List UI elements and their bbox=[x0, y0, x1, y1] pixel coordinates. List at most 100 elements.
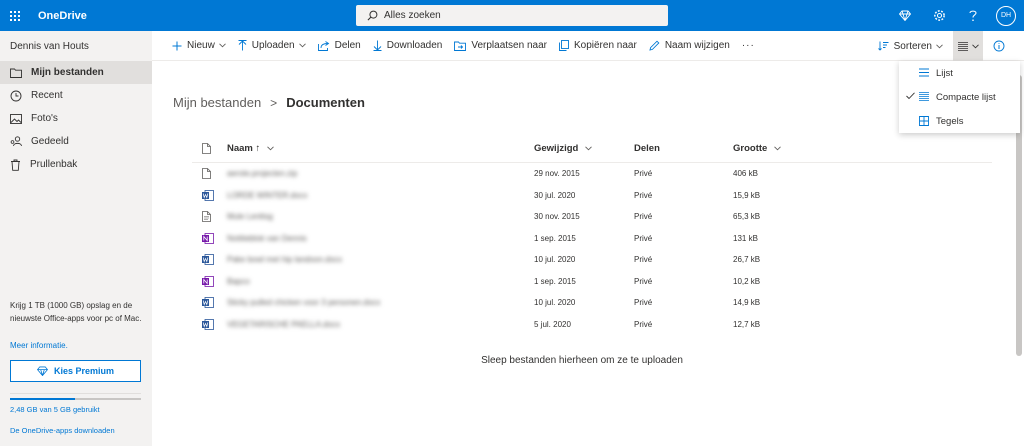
copy-to-button[interactable]: Kopiëren naar bbox=[553, 31, 643, 61]
menu-item-list-view[interactable]: Lijst bbox=[899, 61, 1020, 85]
chevron-down-icon bbox=[971, 43, 979, 48]
menu-item-tiles-view[interactable]: Tegels bbox=[899, 109, 1020, 133]
sidebar-item-photos[interactable]: Foto's bbox=[0, 107, 152, 130]
file-name[interactable]: Bapco bbox=[227, 277, 534, 286]
modified-date: 1 sep. 2015 bbox=[534, 276, 576, 286]
file-type-cell bbox=[192, 232, 227, 244]
storage-usage-link[interactable]: 2,48 GB van 5 GB gebruikt bbox=[10, 405, 100, 414]
column-header-modified[interactable]: Gewijzigd bbox=[534, 143, 634, 154]
table-row[interactable]: Sticky pulled chicken voor 3 personen.do… bbox=[192, 292, 992, 314]
new-button[interactable]: Nieuw bbox=[166, 31, 232, 61]
more-actions-button[interactable]: ··· bbox=[736, 31, 761, 61]
folder-icon bbox=[10, 68, 22, 78]
column-header-label: Grootte bbox=[733, 143, 768, 154]
table-row[interactable]: Pake bowl met hip landoon.docx 10 jul. 20… bbox=[192, 249, 992, 271]
file-name[interactable]: Sticky pulled chicken voor 3 personen.do… bbox=[227, 298, 534, 307]
column-header-sharing[interactable]: Delen bbox=[634, 143, 733, 154]
new-button-label: Nieuw bbox=[187, 40, 215, 51]
column-header-name[interactable]: Naam ↑ bbox=[227, 143, 534, 154]
chevron-down-icon bbox=[774, 146, 781, 151]
menu-item-label: Compacte lijst bbox=[936, 91, 996, 103]
file-type-cell bbox=[192, 211, 227, 223]
word-doc-icon bbox=[202, 318, 214, 330]
user-name: Dennis van Houts bbox=[10, 41, 89, 52]
compact-list-icon bbox=[957, 41, 968, 51]
more-info-link[interactable]: Meer informatie. bbox=[10, 341, 68, 350]
table-row[interactable]: aerote.projecten.zip 29 nov. 2015 Privé 406… bbox=[192, 163, 992, 185]
rename-button[interactable]: Naam wijzigen bbox=[643, 31, 736, 61]
main-content: Mijn bestanden > Documenten Naam ↑ Gewij… bbox=[152, 62, 1007, 446]
sort-icon bbox=[877, 41, 889, 51]
file-type-cell bbox=[192, 254, 227, 266]
view-options-button[interactable] bbox=[953, 31, 983, 61]
file-size: 131 kB bbox=[733, 233, 758, 243]
search-input[interactable]: Alles zoeken bbox=[356, 5, 668, 26]
compact-list-icon bbox=[919, 92, 929, 101]
table-header: Naam ↑ Gewijzigd Delen Grootte bbox=[192, 135, 992, 163]
help-icon[interactable] bbox=[956, 0, 990, 31]
file-type-cell bbox=[192, 297, 227, 309]
rename-button-label: Naam wijzigen bbox=[664, 40, 730, 51]
file-name[interactable]: VEGETARISCHE PAELLA.docx bbox=[227, 320, 534, 329]
sidebar-item-label: Gedeeld bbox=[31, 136, 69, 147]
app-name[interactable]: OneDrive bbox=[38, 10, 87, 22]
avatar[interactable]: DH bbox=[996, 5, 1016, 26]
file-rows: aerote.projecten.zip 29 nov. 2015 Privé 406… bbox=[192, 163, 992, 335]
file-list: Naam ↑ Gewijzigd Delen Grootte aerote.pr… bbox=[192, 135, 992, 335]
file-icon bbox=[202, 168, 211, 180]
move-to-button[interactable]: Verplaatsen naar bbox=[448, 31, 553, 61]
sidebar-item-my-files[interactable]: Mijn bestanden bbox=[0, 61, 152, 84]
sharing-status: Privé bbox=[634, 255, 653, 265]
file-name[interactable]: Pake bowl met hip landoon.docx bbox=[227, 255, 534, 264]
sharing-status: Privé bbox=[634, 169, 653, 179]
table-row[interactable]: Mule Lenttsg 30 nov. 2015 Privé 65,3 kB bbox=[192, 206, 992, 228]
breadcrumb: Mijn bestanden > Documenten bbox=[173, 95, 365, 110]
settings-gear-icon[interactable] bbox=[922, 0, 956, 31]
modified-date: 30 nov. 2015 bbox=[534, 212, 580, 222]
upload-button[interactable]: Uploaden bbox=[232, 31, 312, 61]
download-button[interactable]: Downloaden bbox=[367, 31, 449, 61]
table-row[interactable]: Bapco 1 sep. 2015 Privé 10,2 kB bbox=[192, 271, 992, 293]
download-apps-link[interactable]: De OneDrive-apps downloaden bbox=[10, 426, 115, 435]
table-row[interactable]: VEGETARISCHE PAELLA.docx 5 jul. 2020 Privé… bbox=[192, 314, 992, 336]
table-row[interactable]: LORDE WINTER.docx 30 jul. 2020 Privé 15,9 k… bbox=[192, 185, 992, 207]
copy-to-button-label: Kopiëren naar bbox=[573, 40, 637, 51]
premium-button[interactable]: Kies Premium bbox=[10, 360, 141, 382]
modified-date: 1 sep. 2015 bbox=[534, 233, 576, 243]
share-icon bbox=[317, 40, 329, 51]
breadcrumb-parent[interactable]: Mijn bestanden bbox=[173, 95, 261, 110]
sharing-status: Privé bbox=[634, 190, 653, 200]
menu-item-compact-list-view[interactable]: Compacte lijst bbox=[899, 85, 1020, 109]
file-name[interactable]: aerote.projecten.zip bbox=[227, 169, 534, 178]
share-button[interactable]: Delen bbox=[312, 31, 367, 61]
upload-arrow-icon bbox=[238, 40, 247, 51]
file-name[interactable]: Notitieblok van Dennis bbox=[227, 234, 534, 243]
sharing-status: Privé bbox=[634, 298, 653, 308]
word-doc-icon bbox=[202, 254, 214, 266]
column-header-size[interactable]: Grootte bbox=[733, 143, 853, 154]
app-launcher-icon[interactable] bbox=[0, 0, 30, 31]
storage-progress-fill bbox=[10, 398, 75, 400]
premium-diamond-icon[interactable] bbox=[888, 0, 922, 31]
file-type-header[interactable] bbox=[192, 143, 227, 154]
chevron-down-icon bbox=[585, 146, 592, 151]
sharing-status: Privé bbox=[634, 319, 653, 329]
premium-button-label: Kies Premium bbox=[53, 366, 115, 376]
table-row[interactable]: Notitieblok van Dennis 1 sep. 2015 Privé 13… bbox=[192, 228, 992, 250]
chevron-down-icon bbox=[298, 43, 306, 48]
clock-icon bbox=[10, 90, 22, 101]
file-name[interactable]: LORDE WINTER.docx bbox=[227, 191, 534, 200]
sort-button[interactable]: Sorteren bbox=[872, 31, 949, 61]
drop-hint: Sleep bestanden hierheen om ze te upload… bbox=[481, 355, 683, 366]
view-options-menu: Lijst Compacte lijst Tegels bbox=[899, 61, 1020, 133]
sidebar-item-shared[interactable]: Gedeeld bbox=[0, 130, 152, 153]
text-file-icon bbox=[202, 211, 211, 223]
modified-date: 10 jul. 2020 bbox=[534, 255, 576, 265]
file-name[interactable]: Mule Lenttsg bbox=[227, 212, 534, 221]
sidebar: Dennis van Houts Mijn bestanden Recent F… bbox=[0, 31, 152, 446]
sidebar-item-recent[interactable]: Recent bbox=[0, 84, 152, 107]
diamond-icon bbox=[36, 366, 48, 376]
details-pane-button[interactable] bbox=[987, 31, 1016, 61]
sidebar-item-trash[interactable]: Prullenbak bbox=[0, 153, 152, 176]
sidebar-item-label: Mijn bestanden bbox=[31, 67, 104, 78]
